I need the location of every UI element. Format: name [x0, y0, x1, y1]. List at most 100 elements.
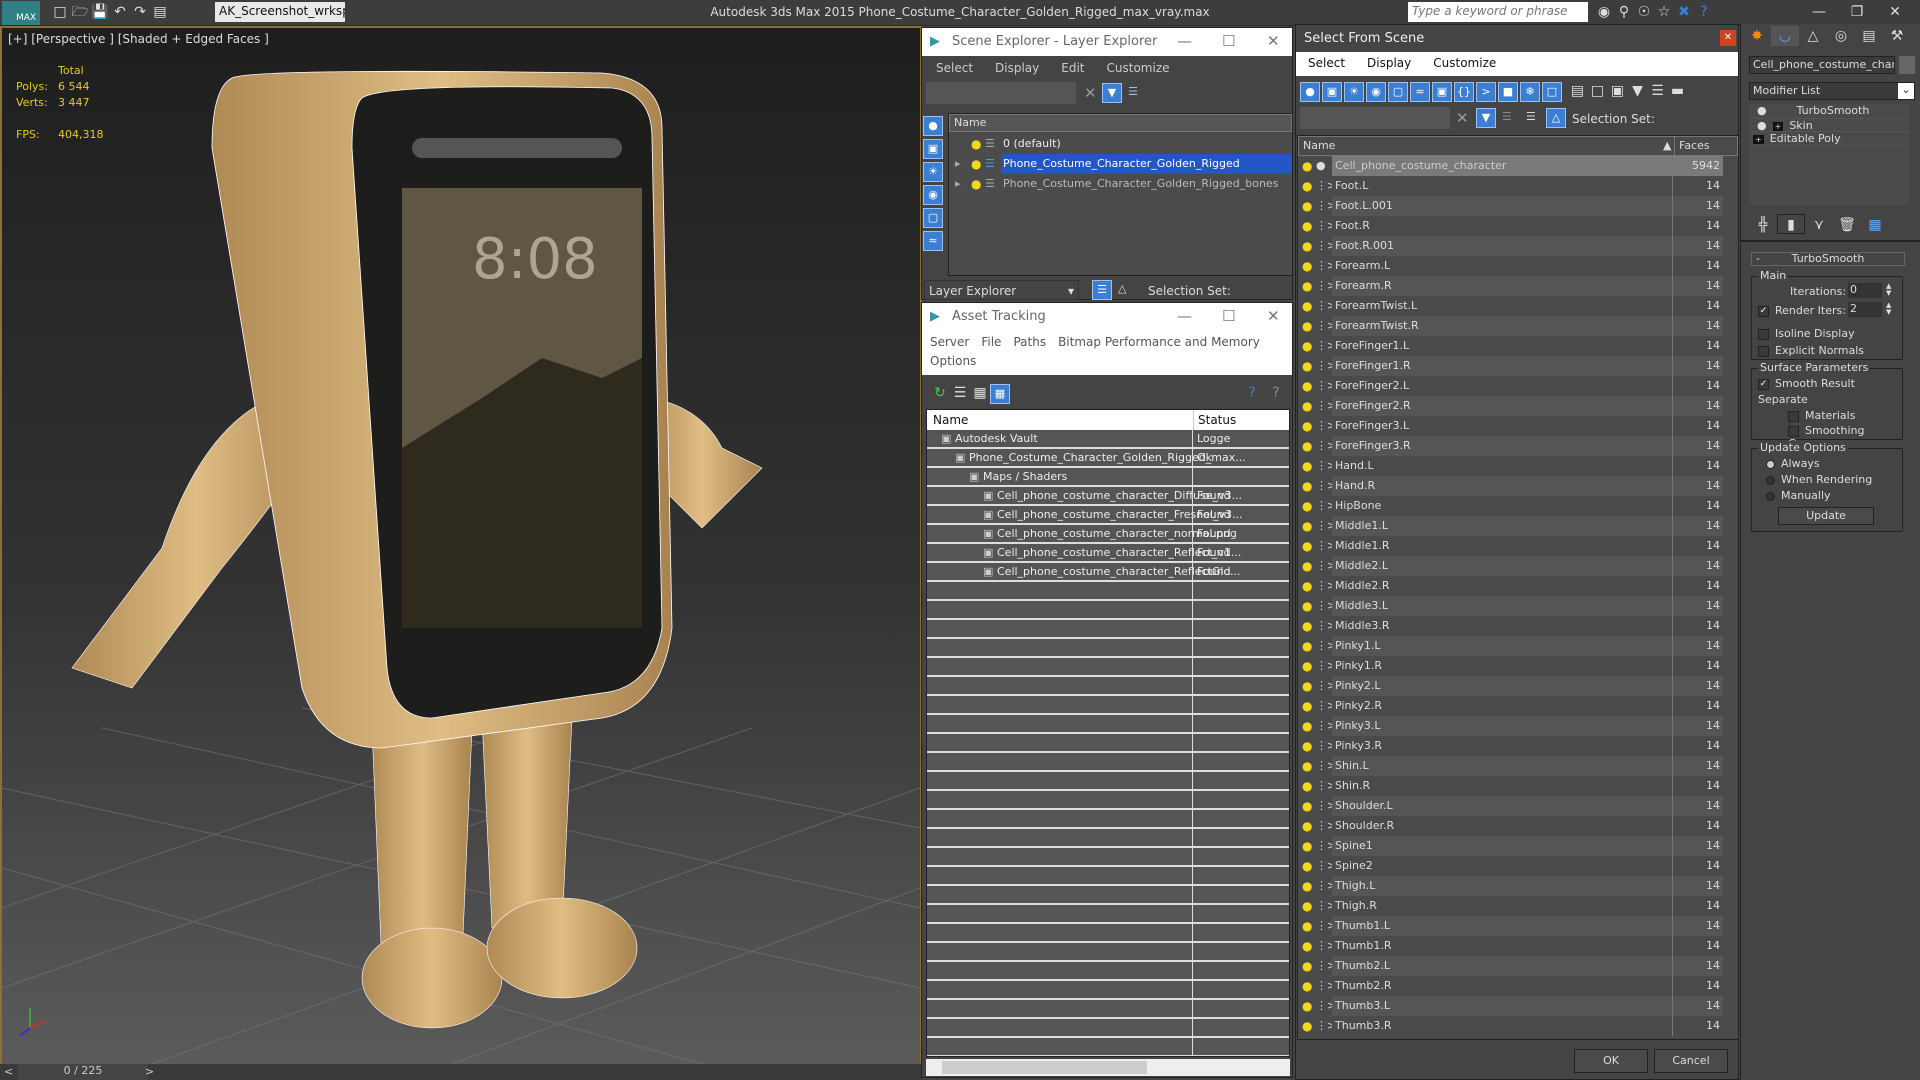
collapse-icon[interactable]: ▬ [1668, 81, 1688, 101]
lightbulb-icon[interactable]: ● [1302, 456, 1312, 476]
groups-filter-icon[interactable]: ▣ [1432, 82, 1452, 102]
menu-server[interactable]: Server [930, 335, 969, 349]
viewport-label[interactable]: [+] [Perspective ] [Shaded + Edged Faces… [8, 32, 269, 46]
expand-icon[interactable]: + [1772, 122, 1784, 131]
object-row[interactable]: ● ⋮> ForeFinger1.L 14 [1298, 336, 1738, 356]
object-row[interactable]: ● ⋮> Thumb3.L 14 [1298, 996, 1738, 1016]
xrefs-filter-icon[interactable]: {} [1454, 82, 1474, 102]
lightbulb-icon[interactable]: ● [1302, 616, 1312, 636]
object-row[interactable]: ● ⋮> Thumb3.R 14 [1298, 1016, 1738, 1036]
object-row[interactable]: ● ⋮> Pinky2.R 14 [1298, 696, 1738, 716]
helpers-filter-icon[interactable]: ▢ [923, 208, 943, 228]
minimize-icon[interactable]: — [1177, 32, 1192, 50]
explicit-normals-checkbox[interactable] [1758, 345, 1769, 357]
minimize-icon[interactable]: — [1177, 307, 1192, 325]
object-row[interactable]: ● ⋮> Thumb1.L 14 [1298, 916, 1738, 936]
helpers-filter-icon[interactable]: ▢ [1388, 82, 1408, 102]
close-icon[interactable]: ✕ [1720, 30, 1736, 46]
lightbulb-icon[interactable]: ● [1302, 856, 1312, 876]
manually-radio[interactable] [1766, 491, 1775, 501]
lightbulb-icon[interactable]: ● [1302, 816, 1312, 836]
hierarchy-tab-icon[interactable]: △ [1799, 26, 1827, 46]
object-name-field[interactable]: Cell_phone_costume_charact [1749, 56, 1895, 74]
lightbulb-icon[interactable]: ● [1302, 656, 1312, 676]
filter-icon[interactable]: ▼ [1102, 83, 1122, 103]
iterations-spinner[interactable]: ▲ ▼ [1886, 283, 1891, 297]
object-row[interactable]: ● ⋮> Hand.R 14 [1298, 476, 1738, 496]
object-row[interactable]: ● ⋮> Thumb2.R 14 [1298, 976, 1738, 996]
expand-arrow-icon[interactable]: ▸ [955, 174, 961, 194]
geometry-filter-icon[interactable]: ● [923, 116, 943, 136]
asset-row[interactable]: ▣ Cell_phone_costume_character_ReflectGlo… [927, 563, 1289, 580]
lightbulb-icon[interactable]: ● [1302, 396, 1312, 416]
object-row[interactable]: ● ⋮> Thigh.R 14 [1298, 896, 1738, 916]
lightbulb-icon[interactable]: ● [1302, 736, 1312, 756]
object-row[interactable]: ● ⋮> Middle3.L 14 [1298, 596, 1738, 616]
lightbulb-icon[interactable]: ● [1302, 336, 1312, 356]
object-row[interactable]: ● ⋮> Thumb1.R 14 [1298, 936, 1738, 956]
table-view-icon[interactable]: ▦ [990, 384, 1010, 404]
object-row[interactable]: ● ⋮> Foot.R 14 [1298, 216, 1738, 236]
pin-stack-icon[interactable]: ╬ [1749, 215, 1777, 235]
lightbulb-icon[interactable]: ● [1302, 776, 1312, 796]
update-button[interactable]: Update [1778, 507, 1874, 525]
column-header-name[interactable]: Name [1303, 137, 1335, 155]
object-row[interactable]: ● ⋮> Pinky3.L 14 [1298, 716, 1738, 736]
stack-item-turbosmooth[interactable]: ● TurboSmooth [1749, 104, 1909, 118]
lightbulb-icon[interactable]: ● [1302, 296, 1312, 316]
stack-item-editable-poly[interactable]: + Editable Poly [1749, 132, 1909, 146]
lights-filter-icon[interactable]: ☀ [923, 162, 943, 182]
select-all-icon[interactable]: ▤ [1568, 81, 1588, 101]
lightbulb-icon[interactable]: ● [1302, 256, 1312, 276]
utilities-tab-icon[interactable]: ⚒ [1883, 26, 1911, 46]
object-row[interactable]: ● ⋮> ForearmTwist.R 14 [1298, 316, 1738, 336]
object-row[interactable]: ● ⋮> ForeFinger2.R 14 [1298, 396, 1738, 416]
layers-icon[interactable]: ☰ [1128, 85, 1138, 98]
object-row[interactable]: ● ⋮> Spine2 14 [1298, 856, 1738, 876]
shapes-filter-icon[interactable]: ▣ [923, 139, 943, 159]
object-search-input[interactable] [1300, 107, 1450, 129]
lightbulb-icon[interactable]: ● [1302, 376, 1312, 396]
iterations-input[interactable]: 0 [1848, 283, 1882, 298]
menu-display[interactable]: Display [1367, 56, 1411, 70]
frozen-filter-icon[interactable]: ❄ [1520, 82, 1540, 102]
object-row[interactable]: ● ⋮> Middle1.R 14 [1298, 536, 1738, 556]
lightbulb-icon[interactable]: ● [1302, 596, 1312, 616]
exchange-icon[interactable]: ✖ [1674, 2, 1694, 22]
object-row[interactable]: ● ⋮> ForeFinger1.R 14 [1298, 356, 1738, 376]
render-iters-checkbox[interactable]: ✓ [1758, 305, 1769, 317]
asset-row[interactable]: ▣ Cell_phone_costume_character_Diffuse_v3… [927, 487, 1289, 504]
menu-customize[interactable]: Customize [1433, 56, 1496, 70]
object-row[interactable]: ● ⋮> Foot.L.001 14 [1298, 196, 1738, 216]
clear-search-icon[interactable]: ✕ [1084, 84, 1097, 102]
key-icon[interactable]: ⚲ [1614, 2, 1634, 22]
smooth-result-checkbox[interactable]: ✓ [1758, 378, 1769, 390]
scrollbar-thumb[interactable] [942, 1061, 1147, 1074]
star-icon[interactable]: ☆ [1654, 2, 1674, 22]
menu-select[interactable]: Select [1308, 56, 1345, 70]
object-row[interactable]: ● ⋮> Pinky1.R 14 [1298, 656, 1738, 676]
object-row[interactable]: ● ⋮> Foot.R.001 14 [1298, 236, 1738, 256]
modifier-list-dropdown[interactable]: Modifier List ⌄ [1749, 82, 1915, 100]
configure-sets-icon[interactable]: ▦ [1861, 215, 1889, 235]
lightbulb-icon[interactable]: ● [1302, 716, 1312, 736]
cancel-button[interactable]: Cancel [1654, 1049, 1728, 1073]
object-row[interactable]: ● ⋮> Thumb2.L 14 [1298, 956, 1738, 976]
lightbulb-icon[interactable]: ● [971, 174, 981, 194]
object-row[interactable]: ● ⋮> Shin.L 14 [1298, 756, 1738, 776]
layer-row[interactable]: ● ☰ 0 (default) [949, 134, 1292, 154]
time-prev-button[interactable]: < [4, 1065, 13, 1078]
lightbulb-icon[interactable]: ● [1302, 936, 1312, 956]
lightbulb-icon[interactable]: ● [1302, 536, 1312, 556]
create-tab-icon[interactable]: ✸ [1743, 26, 1771, 46]
lightbulb-icon[interactable]: ● [1302, 556, 1312, 576]
lightbulb-icon[interactable]: ● [1757, 104, 1767, 117]
lightbulb-icon[interactable]: ● [1302, 956, 1312, 976]
object-row[interactable]: ● ⋮> ForeFinger3.R 14 [1298, 436, 1738, 456]
lightbulb-icon[interactable]: ● [1302, 836, 1312, 856]
close-icon[interactable]: ✕ [1267, 32, 1280, 50]
modify-tab-icon[interactable]: ◡ [1771, 26, 1799, 46]
maximize-icon[interactable]: ☐ [1222, 307, 1235, 325]
spacewarps-filter-icon[interactable]: ≈ [1410, 82, 1430, 102]
object-row[interactable]: ● ⋮> Pinky2.L 14 [1298, 676, 1738, 696]
